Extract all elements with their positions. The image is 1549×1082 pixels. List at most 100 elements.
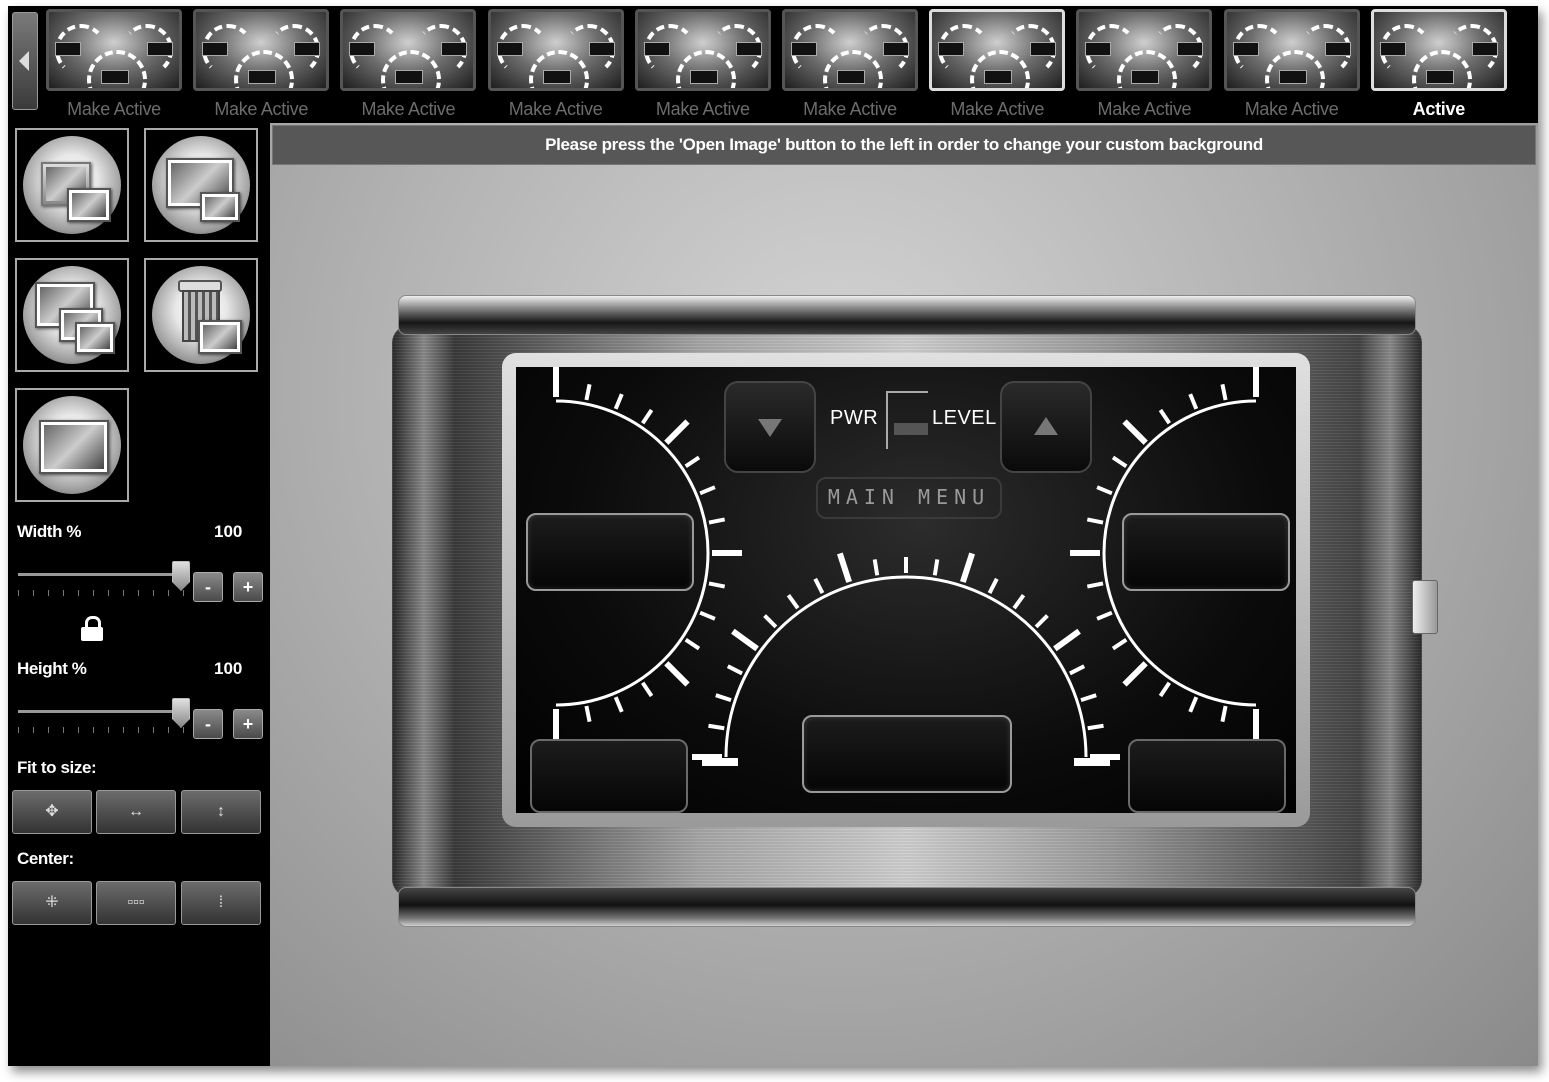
width-slider-thumb[interactable] [172, 561, 190, 591]
main-menu-button[interactable]: MAIN MENU [816, 477, 1002, 519]
theme-thumbnail[interactable] [929, 9, 1066, 91]
width-decrease-button[interactable]: - [193, 572, 223, 602]
make-active-link[interactable]: Make Active [1076, 99, 1212, 120]
make-active-link[interactable]: Make Active [929, 99, 1065, 120]
right-gauge-tick [1096, 485, 1113, 496]
height-increase-button[interactable]: + [233, 709, 263, 739]
power-level-indicator [886, 391, 928, 449]
center-gauge-tick [932, 559, 940, 576]
center-both-icon: ⁜ [45, 894, 59, 911]
multiple-images-icon [23, 266, 121, 364]
center-gauge-tick [960, 552, 975, 583]
center-gauge-tick [731, 628, 759, 652]
chevron-left-icon [19, 51, 29, 71]
move-arrows-icon: ✥ [45, 803, 59, 820]
center-horizontal-icon: ▫▫▫ [127, 894, 145, 911]
delete-image-button[interactable] [144, 258, 258, 372]
left-gauge-tick [613, 696, 624, 713]
center-gauge-tick [872, 559, 880, 576]
theme-thumbnail[interactable] [487, 9, 624, 91]
gauge-device-preview: PWR LEVEL MAIN MENU [392, 295, 1438, 927]
right-gauge-tick [1158, 408, 1171, 425]
center-gauge-tick [1012, 594, 1026, 610]
down-arrow-button[interactable] [724, 381, 816, 473]
left-readout-box [526, 513, 694, 591]
height-slider-track[interactable] [18, 710, 186, 713]
center-gauge-tick [1080, 693, 1097, 703]
center-gauge-tick [813, 577, 825, 594]
height-decrease-button[interactable]: - [193, 709, 223, 739]
bottom-right-readout-box [1128, 739, 1286, 813]
right-gauge-tick [1122, 661, 1148, 687]
right-gauge-tick [1220, 383, 1228, 401]
left-gauge-tick [664, 661, 690, 687]
right-gauge-tick [1122, 419, 1148, 445]
theme-thumbnail[interactable] [340, 9, 477, 91]
edit-image-button[interactable] [144, 128, 258, 242]
center-gauge-tick [786, 594, 800, 610]
make-active-link[interactable]: Make Active [340, 99, 476, 120]
fit-to-size-label: Fit to size: [17, 758, 97, 777]
right-gauge-tick [1086, 581, 1104, 589]
left-gauge-tick [584, 705, 592, 723]
fit-height-button[interactable]: ↕ [181, 790, 261, 834]
right-gauge-tick [1188, 393, 1199, 410]
down-triangle-icon [758, 419, 782, 437]
make-active-link[interactable]: Make Active [1224, 99, 1360, 120]
right-gauge-tick [1086, 517, 1104, 525]
make-active-link[interactable]: Make Active [635, 99, 771, 120]
center-gauge-tick [715, 693, 732, 703]
device-top-trim [398, 295, 1416, 335]
set-background-button[interactable] [15, 388, 129, 502]
center-readout-box [802, 715, 1012, 793]
width-slider-track[interactable] [18, 573, 186, 576]
theme-thumbnail[interactable] [782, 9, 918, 91]
make-active-link[interactable]: Make Active [193, 99, 329, 120]
make-active-link[interactable]: Make Active [782, 99, 918, 120]
center-vertical-button[interactable]: ⁞ [181, 881, 261, 925]
pwr-label: PWR [830, 407, 879, 429]
theme-thumbnail[interactable] [1076, 9, 1213, 91]
scroll-left-button[interactable] [12, 12, 38, 110]
center-gauge-tick [763, 614, 778, 629]
center-horizontal-button[interactable]: ▫▫▫ [96, 881, 176, 925]
left-gauge-tick [699, 610, 716, 621]
device-bottom-trim [398, 887, 1416, 927]
bottom-left-readout-box [530, 739, 688, 813]
width-increase-button[interactable]: + [233, 572, 263, 602]
up-arrow-button[interactable] [1000, 381, 1092, 473]
left-gauge-tick [584, 383, 592, 401]
height-slider-thumb[interactable] [172, 698, 190, 728]
center-gauge-tick [1034, 614, 1049, 629]
theme-thumbnail[interactable] [1370, 9, 1507, 91]
theme-thumbnail[interactable] [46, 9, 182, 91]
app-window: Make Active Make Active Make Active Make Ac… [8, 6, 1538, 1066]
fit-both-button[interactable]: ✥ [12, 790, 92, 834]
center-vertical-icon: ⁞ [218, 894, 224, 911]
make-active-link[interactable]: Make Active [488, 99, 624, 120]
left-gauge-tick [613, 393, 624, 410]
background-preview-area: Please press the 'Open Image' button to … [270, 123, 1538, 1066]
fit-width-button[interactable]: ↔ [96, 790, 176, 834]
right-gauge-tick [1111, 455, 1128, 468]
image-settings-icon [23, 396, 121, 494]
center-gauge-tick [1053, 628, 1081, 652]
horizontal-arrows-icon: ↔ [128, 803, 144, 820]
device-screen: PWR LEVEL MAIN MENU [516, 367, 1296, 813]
center-both-button[interactable]: ⁜ [12, 881, 92, 925]
width-value: 100 [214, 522, 243, 541]
vertical-arrows-icon: ↕ [217, 803, 225, 820]
theme-thumbnail[interactable] [193, 9, 330, 91]
lock-aspect-icon[interactable] [80, 616, 104, 642]
left-gauge-tick [708, 581, 726, 589]
center-gauge-tick [1087, 723, 1104, 731]
multiple-images-button[interactable] [15, 258, 129, 372]
theme-thumbnail[interactable] [1223, 9, 1360, 91]
open-image-button[interactable] [15, 128, 129, 242]
right-gauge-tick [1096, 610, 1113, 621]
make-active-link[interactable]: Make Active [46, 99, 182, 120]
right-gauge-tick [1111, 638, 1128, 651]
left-gauge-tick [641, 408, 654, 425]
screen-frame: PWR LEVEL MAIN MENU [502, 353, 1310, 827]
theme-thumbnail[interactable] [634, 9, 771, 91]
